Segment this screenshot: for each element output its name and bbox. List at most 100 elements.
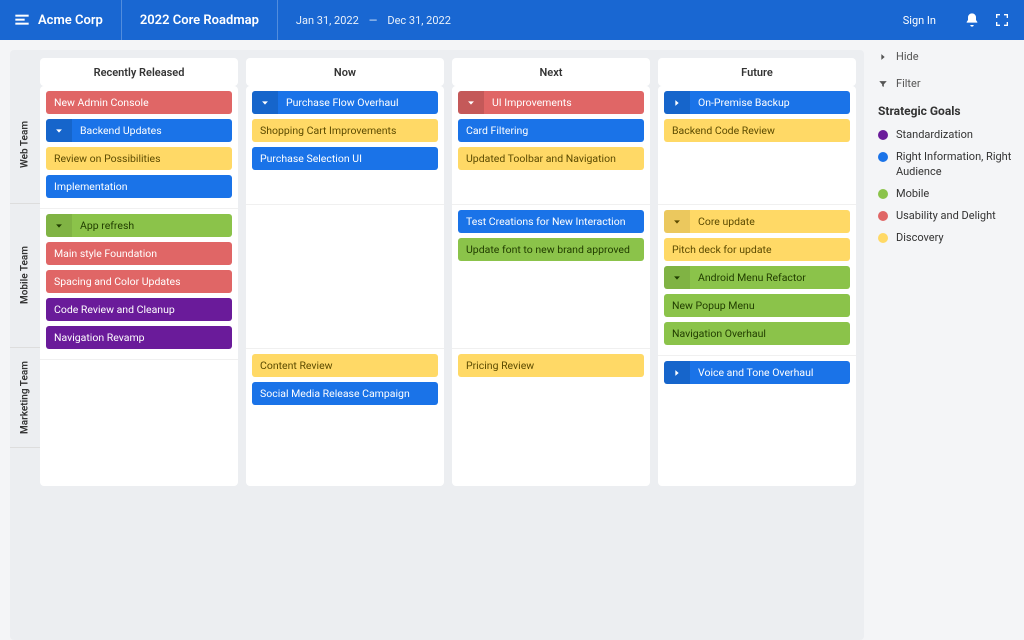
goal-item[interactable]: Right Information, Right Audience: [878, 150, 1012, 179]
chevron-down-icon[interactable]: [46, 214, 72, 237]
cell-now-marketing: Content Review Social Media Release Campa…: [246, 348, 444, 448]
goal-color-dot: [878, 152, 888, 162]
hide-toggle[interactable]: Hide: [878, 50, 1012, 63]
row-label-mobile[interactable]: Mobile Team: [10, 204, 40, 348]
roadmap-card[interactable]: Content Review: [252, 354, 438, 377]
card-label: Spacing and Color Updates: [46, 270, 232, 293]
column-header[interactable]: Now: [246, 58, 444, 86]
roadmap-card[interactable]: New Admin Console: [46, 91, 232, 114]
roadmap-card[interactable]: Test Creations for New Interaction: [458, 210, 644, 233]
roadmap-card[interactable]: Voice and Tone Overhaul: [664, 361, 850, 384]
roadmap-card[interactable]: Navigation Overhaul: [664, 322, 850, 345]
column-header[interactable]: Recently Released: [40, 58, 238, 86]
column-now: Now Purchase Flow Overhaul Shopping Cart …: [246, 50, 444, 640]
brand[interactable]: Acme Corp: [14, 0, 122, 40]
roadmap-card[interactable]: Backend Updates: [46, 119, 232, 142]
roadmap-card[interactable]: Purchase Flow Overhaul: [252, 91, 438, 114]
goal-item[interactable]: Usability and Delight: [878, 209, 1012, 223]
roadmap-card[interactable]: Navigation Revamp: [46, 326, 232, 349]
bell-icon[interactable]: [964, 12, 980, 28]
roadmap-board: Web Team Mobile Team Marketing Team Rece…: [10, 50, 864, 640]
cell-next-marketing: Pricing Review: [452, 348, 650, 448]
goal-label: Discovery: [896, 231, 944, 245]
row-label-marketing[interactable]: Marketing Team: [10, 348, 40, 448]
roadmap-card[interactable]: Core update: [664, 210, 850, 233]
roadmap-card[interactable]: Card Filtering: [458, 119, 644, 142]
column-header[interactable]: Next: [452, 58, 650, 86]
card-label: App refresh: [72, 214, 232, 237]
chevron-down-icon[interactable]: [664, 266, 690, 289]
card-label: Navigation Revamp: [46, 326, 232, 349]
chevron-down-icon[interactable]: [458, 91, 484, 114]
date-end: Dec 31, 2022: [387, 14, 451, 27]
company-name: Acme Corp: [38, 13, 103, 28]
goal-label: Mobile: [896, 187, 929, 201]
cell-now-web: Purchase Flow Overhaul Shopping Cart Impr…: [246, 86, 444, 204]
cell-now-mobile: [246, 204, 444, 348]
card-label: Purchase Flow Overhaul: [278, 91, 438, 114]
chevron-down-icon[interactable]: [46, 119, 72, 142]
card-label: Test Creations for New Interaction: [458, 210, 644, 233]
goal-label: Right Information, Right Audience: [896, 150, 1012, 179]
cell-future-marketing: Voice and Tone Overhaul: [658, 355, 856, 455]
card-label: Card Filtering: [458, 119, 644, 142]
card-label: Navigation Overhaul: [664, 322, 850, 345]
cell-future-web: On-Premise Backup Backend Code Review: [658, 86, 856, 204]
filter-toggle[interactable]: Filter: [878, 77, 1012, 90]
card-label: Review on Possibilities: [46, 147, 232, 170]
goal-color-dot: [878, 189, 888, 199]
chevron-right-icon: [878, 52, 888, 62]
roadmap-card[interactable]: Android Menu Refactor: [664, 266, 850, 289]
roadmap-card[interactable]: Pricing Review: [458, 354, 644, 377]
roadmap-card[interactable]: Purchase Selection UI: [252, 147, 438, 170]
filter-icon: [878, 79, 888, 89]
roadmap-card[interactable]: Backend Code Review: [664, 119, 850, 142]
card-label: Update font to new brand approved: [458, 238, 644, 261]
chevron-right-icon[interactable]: [664, 361, 690, 384]
roadmap-card[interactable]: Shopping Cart Improvements: [252, 119, 438, 142]
goal-color-dot: [878, 233, 888, 243]
cell-recently-web: New Admin Console Backend Updates Review o…: [40, 86, 238, 208]
card-label: Content Review: [252, 354, 438, 377]
roadmap-card[interactable]: On-Premise Backup: [664, 91, 850, 114]
row-label-web[interactable]: Web Team: [10, 86, 40, 204]
goal-item[interactable]: Mobile: [878, 187, 1012, 201]
roadmap-card[interactable]: New Popup Menu: [664, 294, 850, 317]
roadmap-card[interactable]: UI Improvements: [458, 91, 644, 114]
roadmap-card[interactable]: App refresh: [46, 214, 232, 237]
card-label: On-Premise Backup: [690, 91, 850, 114]
sidebar: Hide Filter Strategic Goals Standardizat…: [874, 40, 1024, 640]
chevron-down-icon[interactable]: [664, 210, 690, 233]
roadmap-card[interactable]: Spacing and Color Updates: [46, 270, 232, 293]
date-range[interactable]: Jan 31, 2022 — Dec 31, 2022: [278, 14, 469, 27]
column-header[interactable]: Future: [658, 58, 856, 86]
column-next: Next UI Improvements Card Filtering Update…: [452, 50, 650, 640]
card-label: Purchase Selection UI: [252, 147, 438, 170]
roadmap-card[interactable]: Main style Foundation: [46, 242, 232, 265]
date-separator: —: [369, 14, 378, 27]
roadmap-card[interactable]: Pitch deck for update: [664, 238, 850, 261]
roadmap-card[interactable]: Code Review and Cleanup: [46, 298, 232, 321]
card-label: Implementation: [46, 175, 232, 198]
card-label: Core update: [690, 210, 850, 233]
card-label: New Admin Console: [46, 91, 232, 114]
chevron-down-icon[interactable]: [252, 91, 278, 114]
goal-item[interactable]: Discovery: [878, 231, 1012, 245]
card-label: Updated Toolbar and Navigation: [458, 147, 644, 170]
roadmap-card[interactable]: Update font to new brand approved: [458, 238, 644, 261]
card-label: UI Improvements: [484, 91, 644, 114]
cell-future-mobile: Core update Pitch deck for update Android …: [658, 204, 856, 355]
roadmap-card[interactable]: Implementation: [46, 175, 232, 198]
card-label: Pitch deck for update: [664, 238, 850, 261]
roadmap-card[interactable]: Review on Possibilities: [46, 147, 232, 170]
roadmap-card[interactable]: Social Media Release Campaign: [252, 382, 438, 405]
chevron-right-icon[interactable]: [664, 91, 690, 114]
page-title[interactable]: 2022 Core Roadmap: [122, 0, 278, 40]
goal-color-dot: [878, 211, 888, 221]
roadmap-card[interactable]: Updated Toolbar and Navigation: [458, 147, 644, 170]
column-recently: Recently Released New Admin Console Backe…: [40, 50, 238, 640]
goal-item[interactable]: Standardization: [878, 128, 1012, 142]
sign-in-link[interactable]: Sign In: [903, 14, 936, 27]
goal-color-dot: [878, 130, 888, 140]
fullscreen-icon[interactable]: [994, 12, 1010, 28]
